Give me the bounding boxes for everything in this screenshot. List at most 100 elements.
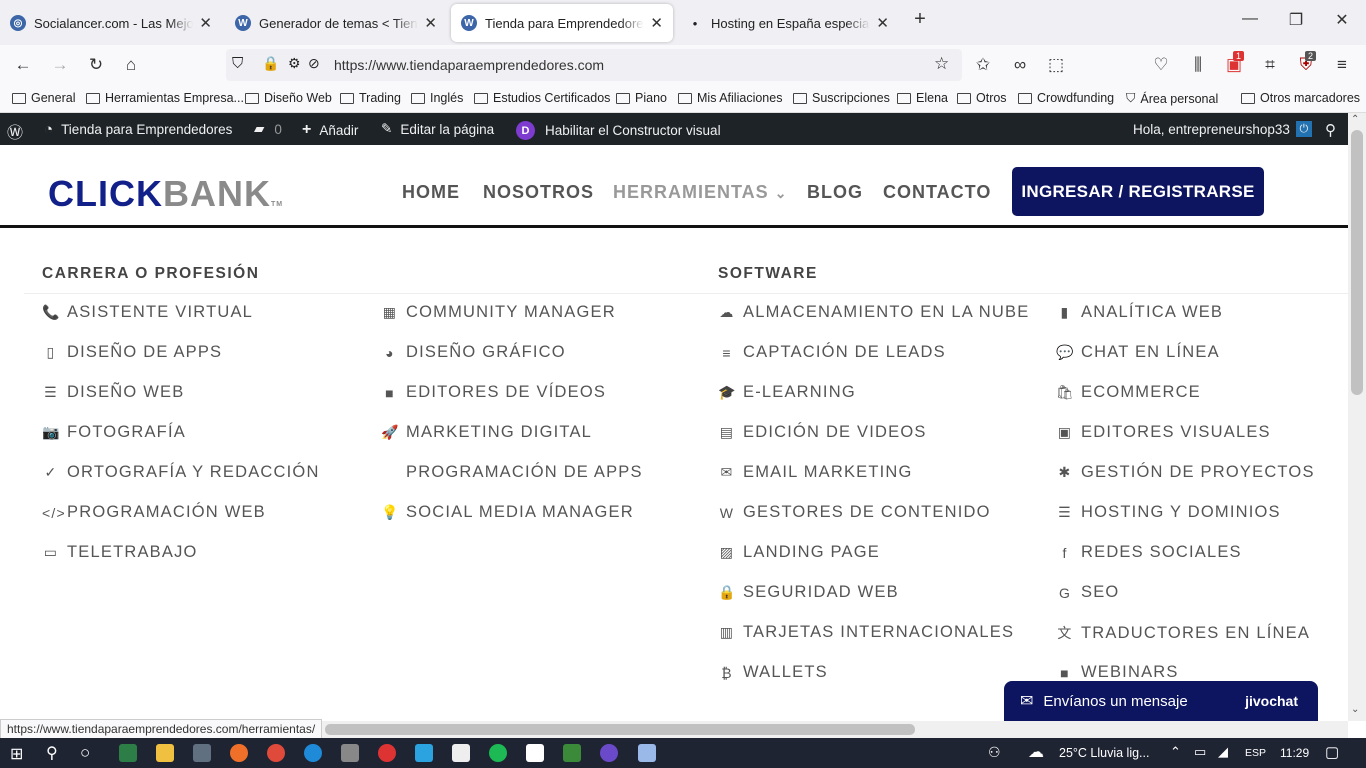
calculator-icon[interactable] bbox=[193, 744, 211, 762]
menu-item-webinars[interactable]: ■ WEBINARS bbox=[1056, 663, 1179, 682]
vertical-scroll-thumb[interactable] bbox=[1351, 130, 1363, 395]
menu-item-editores-visuales[interactable]: ▣ EDITORES VISUALES bbox=[1056, 423, 1271, 442]
menu-item-diseño-web[interactable]: ☰ DISEÑO WEB bbox=[42, 383, 184, 402]
menu-item-fotografía[interactable]: 📷 FOTOGRAFÍA bbox=[42, 423, 186, 442]
menu-item-gestores-de-contenido[interactable]: W GESTORES DE CONTENIDO bbox=[718, 503, 991, 522]
menu-item-programación-web[interactable]: </> PROGRAMACIÓN WEB bbox=[42, 503, 266, 522]
bookmark-folder[interactable]: Diseño Web bbox=[245, 91, 332, 105]
extension-icon[interactable]: ⬚ bbox=[1043, 52, 1069, 78]
notepad-icon[interactable] bbox=[638, 744, 656, 762]
wifi-icon[interactable]: ◢ bbox=[1218, 744, 1228, 760]
permissions-icon[interactable]: ⚙ bbox=[288, 55, 301, 72]
tab-socialancer[interactable]: ◎ Socialancer.com - Las Mejores H ✕ bbox=[0, 4, 222, 42]
close-tab-icon[interactable]: ✕ bbox=[650, 14, 663, 32]
menu-blog[interactable]: BLOG bbox=[807, 182, 863, 203]
bookmark-folder[interactable]: Estudios Certificados bbox=[474, 91, 610, 105]
menu-item-social-media-manager[interactable]: 💡 SOCIAL MEDIA MANAGER bbox=[381, 503, 634, 522]
chat-widget[interactable]: ✉ Envíanos un mensaje jivochat bbox=[1004, 681, 1318, 721]
menu-item-editores-de-vídeos[interactable]: ■ EDITORES DE VÍDEOS bbox=[381, 383, 606, 402]
bookmark-area-personal[interactable]: ⛉ Área personal bbox=[1126, 91, 1218, 106]
menu-item-diseño-de-apps[interactable]: ▯ DISEÑO DE APPS bbox=[42, 343, 222, 362]
menu-item-diseño-gráfico[interactable]: ◕ DISEÑO GRÁFICO bbox=[381, 343, 566, 362]
tracking-icon[interactable]: ⊘ bbox=[308, 55, 320, 72]
bookmark-folder[interactable]: Trading bbox=[340, 91, 401, 105]
chrome-icon[interactable] bbox=[267, 744, 285, 762]
wp-edit-page[interactable]: ✎ Editar la página bbox=[381, 121, 494, 137]
bookmark-folder[interactable]: General bbox=[12, 91, 75, 105]
bookmark-folder[interactable]: Inglés bbox=[411, 91, 463, 105]
menu-item-ortografía-y-redacción[interactable]: ✓ ORTOGRAFÍA Y REDACCIÓN bbox=[42, 463, 320, 482]
wp-account[interactable]: Hola, entrepreneurshop33 ⏻ bbox=[1133, 121, 1312, 137]
menu-nosotros[interactable]: NOSOTROS bbox=[483, 182, 594, 203]
menu-item-wallets[interactable]: ₿ WALLETS bbox=[718, 663, 828, 682]
login-register-button[interactable]: INGRESAR / REGISTRARSE bbox=[1012, 167, 1264, 216]
forward-icon[interactable]: → bbox=[47, 52, 73, 78]
scroll-up-icon[interactable]: ⌃ bbox=[1351, 114, 1359, 125]
wp-divi-builder[interactable]: D Habilitar el Constructor visual bbox=[516, 121, 721, 140]
reload-icon[interactable]: ↻ bbox=[83, 52, 109, 78]
menu-item-edición-de-videos[interactable]: ▤ EDICIÓN DE VIDEOS bbox=[718, 423, 927, 442]
bookmark-folder[interactable]: Suscripciones bbox=[793, 91, 890, 105]
windows-start-icon[interactable]: ⊞ bbox=[10, 744, 23, 764]
firefox-icon[interactable] bbox=[230, 744, 248, 762]
restore-icon[interactable]: ❐ bbox=[1286, 10, 1306, 30]
library-icon[interactable]: ⫼ bbox=[1185, 52, 1211, 78]
bookmark-folder[interactable]: Mis Afiliaciones bbox=[678, 91, 782, 105]
close-window-icon[interactable]: ✕ bbox=[1332, 10, 1352, 30]
menu-item-hosting-y-dominios[interactable]: ☰ HOSTING Y DOMINIOS bbox=[1056, 503, 1281, 522]
menu-item-e-learning[interactable]: 🎓 E-LEARNING bbox=[718, 383, 856, 402]
address-bar[interactable]: ⛉ 🔒 ⚙ ⊘ https://www.tiendaparaemprendedo… bbox=[226, 49, 962, 81]
wp-add-new[interactable]: + Añadir bbox=[302, 121, 358, 139]
menu-item-captación-de-leads[interactable]: ≡ CAPTACIÓN DE LEADS bbox=[718, 343, 946, 362]
notifications-icon[interactable]: ▢ bbox=[1325, 743, 1339, 761]
site-logo[interactable]: CLICKBANKTM bbox=[48, 175, 283, 224]
app-red-icon[interactable] bbox=[378, 744, 396, 762]
bookmark-folder[interactable]: Herramientas Empresa... bbox=[86, 91, 244, 105]
search-icon[interactable]: ⚲ bbox=[1325, 121, 1336, 139]
menu-item-redes-sociales[interactable]: f REDES SOCIALES bbox=[1056, 543, 1242, 562]
tab-tienda[interactable]: W Tienda para Emprendedores | Un ✕ bbox=[451, 4, 673, 42]
settings-icon[interactable] bbox=[341, 744, 359, 762]
edge-icon[interactable] bbox=[304, 744, 322, 762]
tray-chevron-icon[interactable]: ⌃ bbox=[1170, 744, 1181, 760]
new-tab-icon[interactable]: + bbox=[910, 8, 930, 31]
horizontal-scroll-thumb[interactable] bbox=[325, 724, 915, 735]
store-icon[interactable] bbox=[119, 744, 137, 762]
crop-icon[interactable]: ⌗ bbox=[1257, 52, 1283, 78]
bookmark-folder[interactable]: Crowdfunding bbox=[1018, 91, 1114, 105]
menu-item-almacenamiento-en-la-nube[interactable]: ☁ ALMACENAMIENTO EN LA NUBE bbox=[718, 303, 1029, 322]
close-tab-icon[interactable]: ✕ bbox=[876, 14, 889, 32]
people-icon[interactable]: ⚇ bbox=[988, 744, 1001, 761]
battery-icon[interactable]: ▭ bbox=[1194, 744, 1206, 760]
collections-icon[interactable]: ✩ bbox=[970, 52, 996, 78]
star-icon[interactable]: ☆ bbox=[934, 54, 949, 74]
lock-icon[interactable]: 🔒 bbox=[262, 55, 279, 72]
minimize-icon[interactable]: — bbox=[1240, 10, 1260, 28]
browser-icon[interactable] bbox=[600, 744, 618, 762]
menu-home[interactable]: HOME bbox=[402, 182, 460, 203]
spotify-icon[interactable] bbox=[489, 744, 507, 762]
vpn-icon[interactable] bbox=[563, 744, 581, 762]
menu-item-tarjetas-internacionales[interactable]: ▥ TARJETAS INTERNACIONALES bbox=[718, 623, 1014, 642]
scroll-down-icon[interactable]: ⌄ bbox=[1351, 704, 1359, 715]
bookmark-folder[interactable]: Elena bbox=[897, 91, 948, 105]
pocket-icon[interactable]: ♡ bbox=[1148, 52, 1174, 78]
back-icon[interactable]: ← bbox=[10, 52, 36, 78]
telegram-icon[interactable] bbox=[415, 744, 433, 762]
menu-item-programación-de-apps[interactable]: PROGRAMACIÓN DE APPS bbox=[381, 463, 643, 482]
close-tab-icon[interactable]: ✕ bbox=[424, 14, 437, 32]
menu-item-asistente-virtual[interactable]: 📞 ASISTENTE VIRTUAL bbox=[42, 303, 253, 322]
notion-icon[interactable] bbox=[526, 744, 544, 762]
language-indicator[interactable]: ESP bbox=[1245, 747, 1266, 759]
menu-item-teletrabajo[interactable]: ▭ TELETRABAJO bbox=[42, 543, 198, 562]
pdf-icon[interactable] bbox=[452, 744, 470, 762]
shield-icon[interactable]: ⛉ bbox=[232, 55, 243, 72]
cortana-icon[interactable]: ○ bbox=[80, 743, 90, 763]
wordpress-logo-icon[interactable]: Ⓦ bbox=[7, 119, 23, 143]
menu-item-gestión-de-proyectos[interactable]: ✱ GESTIÓN DE PROYECTOS bbox=[1056, 463, 1315, 482]
wp-comments[interactable]: ▰ 0 bbox=[254, 121, 282, 137]
menu-item-seguridad-web[interactable]: 🔒 SEGURIDAD WEB bbox=[718, 583, 899, 602]
menu-item-ecommerce[interactable]: 🛍 ECOMMERCE bbox=[1056, 383, 1201, 402]
menu-item-marketing-digital[interactable]: 🚀 MARKETING DIGITAL bbox=[381, 423, 592, 442]
weather-text[interactable]: 25°C Lluvia lig... bbox=[1059, 746, 1149, 760]
